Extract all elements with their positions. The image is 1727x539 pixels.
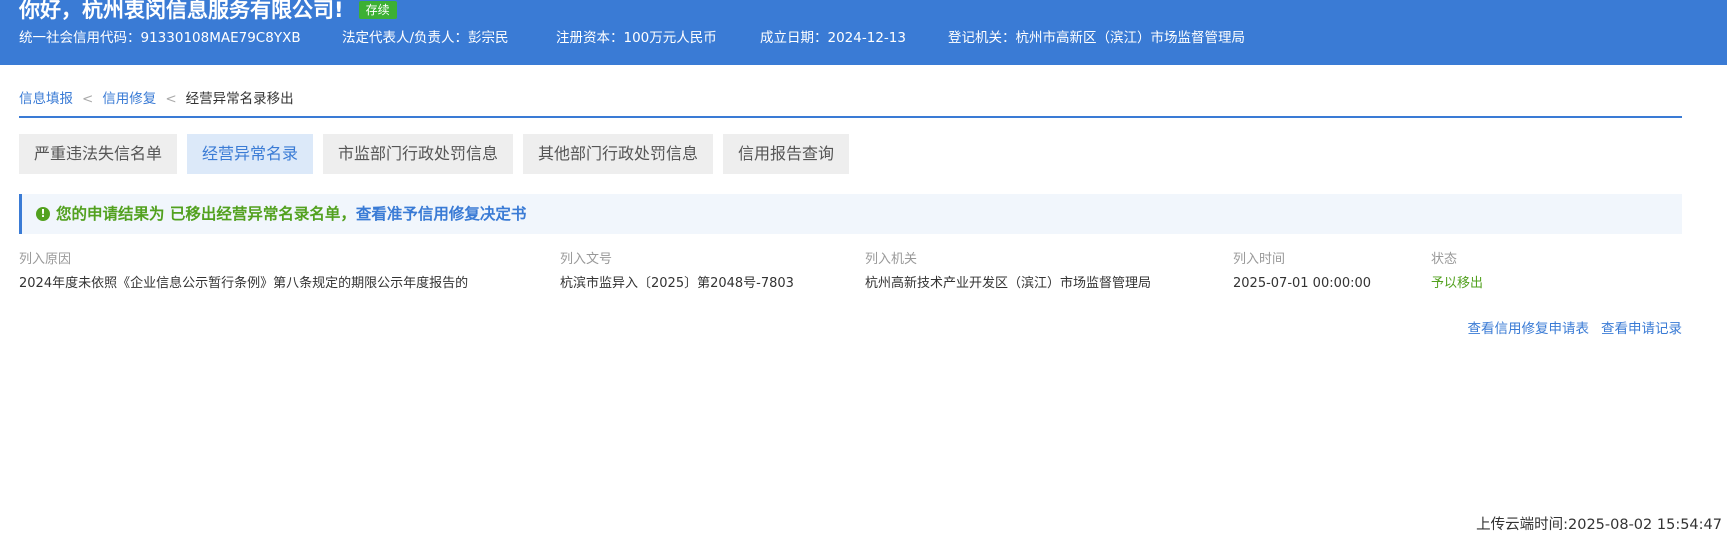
registration-authority: 登记机关：杭州市高新区（滨江）市场监督管理局 (948, 30, 1245, 46)
notice-text: 您的申请结果为 已移出经营异常名录名单，查看准予信用修复决定书 (56, 204, 526, 224)
cell-time: 2025-07-01 00:00:00 (1233, 276, 1372, 291)
breadcrumb-separator-icon: < (165, 91, 177, 107)
info-exclamation-icon: ! (36, 207, 50, 221)
company-greeting: 你好，杭州衷闵信息服务有限公司! (19, 0, 344, 22)
breadcrumb: 信息填报 < 信用修复 < 经营异常名录移出 (19, 89, 294, 109)
breadcrumb-divider (19, 116, 1682, 118)
header-title-row: 你好，杭州衷闵信息服务有限公司! 存续 (19, 0, 397, 24)
breadcrumb-separator-icon: < (82, 91, 94, 107)
cell-authority: 杭州高新技术产业开发区（滨江）市场监督管理局 (865, 276, 1152, 291)
credit-code: 统一社会信用代码：91330108MAE79C8YXB (19, 30, 301, 46)
breadcrumb-link-info-filing[interactable]: 信息填报 (19, 91, 73, 107)
status-badge: 存续 (358, 1, 397, 19)
view-decision-link[interactable]: 查看准予信用修复决定书 (356, 205, 527, 223)
cell-doc-no: 杭滨市监异入〔2025〕第2048号-7803 (560, 276, 794, 291)
header-status: 状态 (1431, 252, 1458, 267)
view-application-record-link[interactable]: 查看申请记录 (1601, 321, 1682, 337)
company-header: 你好，杭州衷闵信息服务有限公司! 存续 统一社会信用代码：91330108MAE… (0, 0, 1727, 65)
breadcrumb-current: 经营异常名录移出 (185, 91, 294, 107)
header-time: 列入时间 (1233, 252, 1286, 267)
header-doc-no: 列入文号 (560, 252, 613, 267)
breadcrumb-link-credit-repair[interactable]: 信用修复 (102, 91, 156, 107)
upload-timestamp: 上传云端时间:2025-08-02 15:54:47 (1476, 517, 1722, 533)
cell-status: 予以移出 (1431, 276, 1484, 291)
result-notice: ! 您的申请结果为 已移出经营异常名录名单，查看准予信用修复决定书 (19, 194, 1682, 234)
notice-result-text: 您的申请结果为 已移出经营异常名录名单， (56, 205, 356, 223)
founding-date: 成立日期：2024-12-13 (760, 30, 906, 46)
tab-serious-violation[interactable]: 严重违法失信名单 (19, 134, 177, 174)
header-authority: 列入机关 (865, 252, 918, 267)
registered-capital: 注册资本：100万元人民币 (556, 30, 717, 46)
legal-representative: 法定代表人/负责人：彭宗民 (342, 30, 509, 46)
view-application-form-link[interactable]: 查看信用修复申请表 (1468, 321, 1590, 337)
tab-other-penalty[interactable]: 其他部门行政处罚信息 (523, 134, 713, 174)
tab-credit-report[interactable]: 信用报告查询 (723, 134, 849, 174)
record-actions: 查看信用修复申请表 查看申请记录 (1456, 319, 1683, 339)
cell-reason: 2024年度未依照《企业信息公示暂行条例》第八条规定的期限公示年度报告的 (19, 276, 469, 291)
tab-business-abnormal[interactable]: 经营异常名录 (187, 134, 313, 174)
tab-market-penalty[interactable]: 市监部门行政处罚信息 (323, 134, 513, 174)
header-reason: 列入原因 (19, 252, 72, 267)
